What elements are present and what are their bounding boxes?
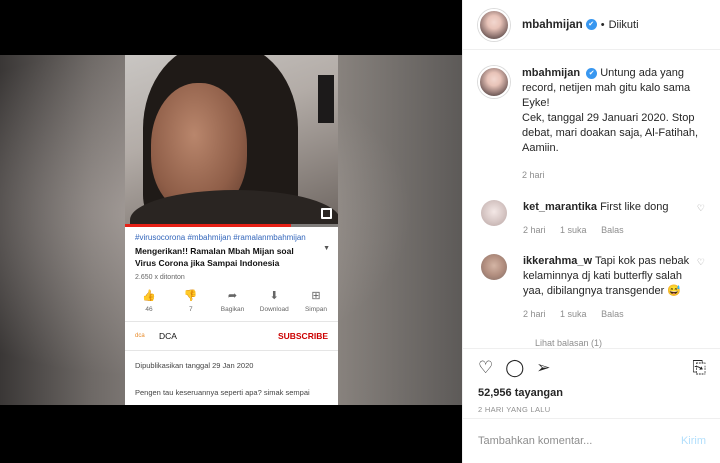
comment-icon[interactable]: ◯: [505, 358, 524, 378]
comment-time: 2 hari: [523, 309, 546, 319]
published-date: Dipublikasikan tanggal 29 Jan 2020: [135, 361, 254, 370]
comment-username[interactable]: ikkerahma_w: [523, 255, 592, 267]
verified-badge-icon: ✔: [585, 19, 597, 30]
view-replies-button[interactable]: Lihat balasan (1): [535, 338, 705, 348]
instagram-post: #virusocorona #mbahmijan #ramalanmbahmij…: [0, 0, 720, 463]
verified-badge-icon: ✔: [586, 68, 598, 79]
comments-section: mbahmijan ✔ Untung ada yang record, neti…: [463, 50, 720, 348]
avatar[interactable]: [481, 200, 507, 226]
save-action: ⊞ Simpan: [298, 289, 334, 313]
dislike-count: 7: [188, 306, 193, 313]
channel-logo: dca: [135, 333, 145, 339]
fullscreen-icon: [321, 208, 332, 219]
follow-status-button[interactable]: Diikuti: [609, 19, 639, 31]
download-icon: ⬇: [269, 290, 279, 302]
comment-text: ikkerahma_w Tapi kok pas nebak kelaminny…: [523, 254, 698, 322]
header-username[interactable]: mbahmijan: [522, 19, 583, 31]
post-comment-button[interactable]: Kirim: [681, 435, 706, 447]
save-label: Simpan: [304, 306, 328, 313]
like-action: 👍 46: [131, 289, 167, 313]
video-progress-fill: [125, 224, 292, 227]
comment-meta: 2 hari 1 suka Balas: [523, 223, 698, 238]
download-action: ⬇ Download: [256, 289, 292, 313]
channel-row: dca DCA SUBSCRIBE: [125, 322, 338, 350]
comment-likes[interactable]: 1 suka: [560, 225, 587, 235]
comment-body: First like dong: [600, 201, 669, 213]
reply-button[interactable]: Balas: [601, 309, 624, 319]
bookmark-icon[interactable]: ⎘: [692, 358, 706, 378]
youtube-video-frame: [125, 55, 338, 227]
post-caption: mbahmijan ✔ Untung ada yang record, neti…: [478, 66, 705, 183]
expand-caret-icon: ▼: [323, 245, 330, 252]
like-comment-heart-icon[interactable]: ♡: [697, 257, 705, 268]
thumbs-up-icon: 👍: [142, 290, 156, 302]
post-header: mbahmijan ✔ • Diikuti: [463, 0, 720, 50]
action-icons: ♡ ◯ ➢ ⎘: [478, 355, 706, 381]
video-views: 2.650 x ditonton: [135, 274, 185, 281]
share-label: Bagikan: [220, 306, 245, 313]
caption-username[interactable]: mbahmijan: [522, 67, 580, 79]
youtube-actions: 👍 46 👎 7 ➦ Bagikan ⬇ Download ⊞ Simpan: [125, 281, 338, 313]
caption-text: mbahmijan ✔ Untung ada yang record, neti…: [522, 66, 705, 183]
like-count: 46: [145, 306, 153, 313]
post-actions: ♡ ◯ ➢ ⎘ 52,956 tayangan 2 HARI YANG LALU: [463, 348, 720, 414]
post-sidebar: mbahmijan ✔ • Diikuti mbahmijan ✔ Untung…: [462, 0, 720, 463]
like-comment-heart-icon[interactable]: ♡: [697, 203, 705, 214]
avatar[interactable]: [478, 8, 510, 41]
heart-icon[interactable]: ♡: [478, 358, 493, 378]
wall-frame: [318, 75, 334, 123]
reply-button[interactable]: Balas: [601, 225, 624, 235]
comment-text: ket_marantika First like dong 2 hari 1 s…: [523, 200, 698, 238]
video-tags: #virusocorona #mbahmijan #ramalanmbahmij…: [135, 233, 306, 242]
separator-dot: •: [600, 18, 605, 31]
phone-screen-recording: #virusocorona #mbahmijan #ramalanmbahmij…: [125, 55, 338, 405]
avatar[interactable]: [481, 254, 507, 280]
video-progress-bar: [125, 224, 338, 227]
comment-item: ikkerahma_w Tapi kok pas nebak kelaminny…: [478, 254, 705, 322]
video-description: Pengen tau keseruannya seperti apa? sima…: [135, 388, 310, 397]
comment-item: ket_marantika First like dong 2 hari 1 s…: [478, 200, 705, 238]
share-icon: ➦: [227, 290, 238, 302]
comment-username[interactable]: ket_marantika: [523, 201, 597, 213]
caption-time: 2 hari: [522, 170, 545, 180]
download-label: Download: [259, 306, 289, 313]
thumbs-down-icon: 👎: [183, 290, 198, 302]
video-title-row: Mengerikan!! Ramalan Mbah Mijan soal Vir…: [135, 245, 330, 269]
comment-likes[interactable]: 1 suka: [560, 309, 587, 319]
comment-meta: 2 hari 1 suka Balas: [523, 307, 698, 322]
save-icon: ⊞: [311, 290, 321, 302]
subscribe-label: SUBSCRIBE: [277, 331, 328, 341]
dislike-action: 👎 7: [173, 289, 209, 313]
view-count[interactable]: 52,956 tayangan: [478, 387, 706, 399]
add-comment-bar: Kirim: [463, 418, 720, 463]
post-media[interactable]: #virusocorona #mbahmijan #ramalanmbahmij…: [0, 0, 462, 463]
avatar[interactable]: [478, 66, 510, 98]
comment-input[interactable]: [478, 435, 681, 447]
share-direct-icon[interactable]: ➢: [536, 358, 550, 378]
post-time: 2 HARI YANG LALU: [478, 405, 551, 414]
share-action: ➦ Bagikan: [215, 289, 251, 313]
youtube-info: #virusocorona #mbahmijan #ramalanmbahmij…: [125, 227, 338, 281]
comment-time: 2 hari: [523, 225, 546, 235]
caption-body-2: Cek, tanggal 29 Januari 2020. Stop debat…: [522, 112, 699, 154]
channel-name: DCA: [159, 331, 177, 341]
video-title: Mengerikan!! Ramalan Mbah Mijan soal Vir…: [135, 246, 294, 268]
